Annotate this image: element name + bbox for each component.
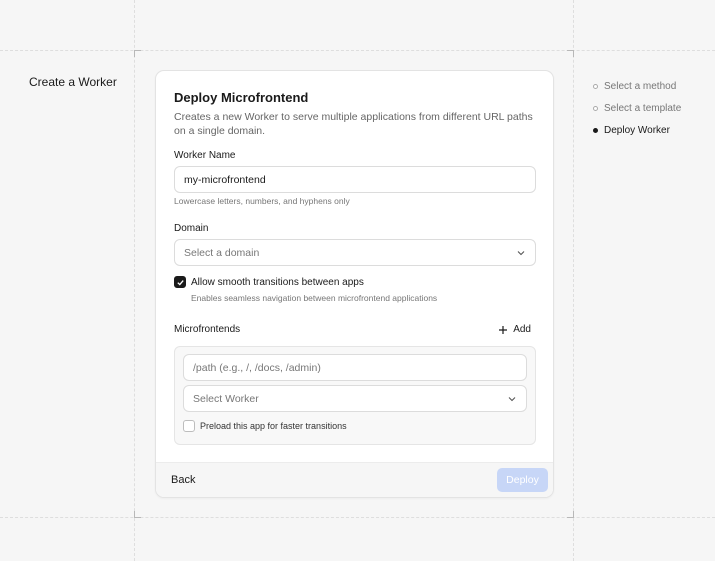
page-canvas: Create a Worker Select a method Select a… [0,0,715,561]
deploy-button[interactable]: Deploy [497,468,548,492]
path-input[interactable]: /path (e.g., /, /docs, /admin) [183,354,527,381]
domain-placeholder: Select a domain [184,246,260,259]
microfrontends-header: Microfrontends Add [174,324,531,335]
step-select-method: Select a method [593,75,681,97]
guide-line [573,0,574,561]
preload-checkbox[interactable] [183,420,195,432]
card-body: Deploy Microfrontend Creates a new Worke… [174,90,535,138]
worker-select[interactable]: Select Worker [183,385,527,412]
chevron-down-icon [508,396,516,401]
worker-select-placeholder: Select Worker [193,392,259,405]
step-dot-icon [593,105,598,111]
page-title: Create a Worker [29,75,117,89]
chevron-down-icon [517,250,525,255]
smooth-transitions-checkbox[interactable] [174,276,186,288]
corner-mark [567,50,574,57]
step-deploy-worker: Deploy Worker [593,119,681,141]
corner-mark [567,511,574,518]
worker-name-value: my-microfrontend [184,173,266,186]
worker-name-help: Lowercase letters, numbers, and hyphens … [174,196,350,206]
plus-icon [499,325,508,334]
guide-line [0,517,715,518]
step-dot-icon [593,127,598,133]
smooth-transitions-help: Enables seamless navigation between micr… [191,293,438,303]
step-select-template: Select a template [593,97,681,119]
deploy-card: Deploy Microfrontend Creates a new Worke… [155,70,554,498]
smooth-transitions-label: Allow smooth transitions between apps [191,276,364,288]
step-list: Select a method Select a template Deploy… [593,75,681,141]
domain-select[interactable]: Select a domain [174,239,536,266]
add-microfrontend-button[interactable]: Add [498,324,531,335]
guide-line [134,0,135,561]
check-icon [176,279,184,286]
microfrontend-item: /path (e.g., /, /docs, /admin) Select Wo… [174,346,536,445]
path-placeholder: /path (e.g., /, /docs, /admin) [193,361,321,374]
card-subtitle: Creates a new Worker to serve multiple a… [174,111,533,137]
step-label: Select a method [604,80,677,92]
corner-mark [134,50,141,57]
smooth-transitions-row: Allow smooth transitions between apps [174,276,364,288]
back-button[interactable]: Back [171,474,195,486]
microfrontends-label: Microfrontends [174,324,241,335]
domain-label: Domain [174,223,209,234]
step-dot-icon [593,83,598,89]
preload-row: Preload this app for faster transitions [183,420,527,432]
step-label: Deploy Worker [604,124,670,136]
step-label: Select a template [604,102,682,114]
card-footer: Back Deploy [156,462,553,497]
guide-line [0,50,715,51]
preload-label: Preload this app for faster transitions [200,421,347,431]
add-label: Add [513,324,531,335]
card-title: Deploy Microfrontend [174,90,309,105]
worker-name-label: Worker Name [174,150,236,161]
worker-name-input[interactable]: my-microfrontend [174,166,536,193]
corner-mark [134,511,141,518]
